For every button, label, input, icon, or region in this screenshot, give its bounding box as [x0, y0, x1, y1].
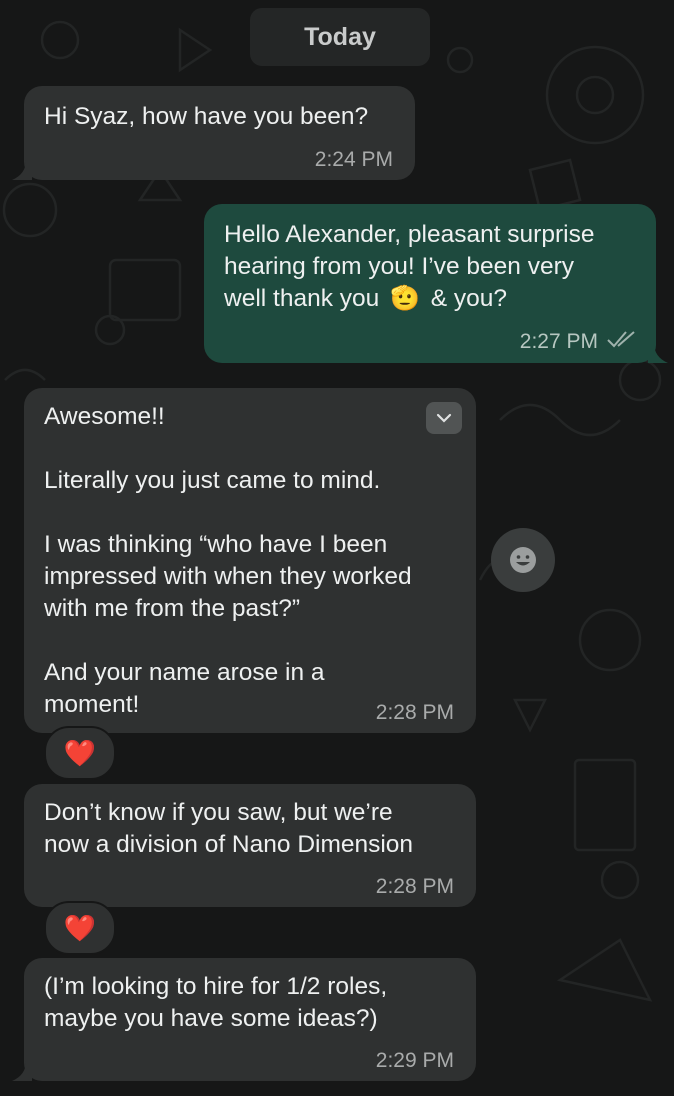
heart-reaction-emoji: ❤️ [63, 912, 97, 943]
heart-reaction-emoji: ❤️ [63, 737, 97, 768]
reaction-badge[interactable]: ❤️ [44, 901, 116, 955]
date-separator: Today [250, 8, 430, 66]
double-check-icon [607, 331, 635, 348]
reaction-badge[interactable]: ❤️ [44, 726, 116, 780]
message-timestamp: 2:28 PM [375, 875, 454, 898]
bubble-tail [12, 160, 32, 180]
message-bubble-incoming[interactable]: Don’t know if you saw, but we’re now a d… [24, 784, 476, 907]
message-text-suffix: & you? [430, 285, 508, 312]
add-reaction-button[interactable] [491, 528, 555, 592]
message-bubble-incoming[interactable]: Hi Syaz, how have you been? 2:24 PM [12, 86, 415, 180]
saluting-face-emoji: 🫡 [390, 285, 420, 312]
smiley-icon [510, 547, 536, 573]
message-text: Awesome!! Literally you just came to min… [44, 403, 412, 718]
message-timestamp: 2:29 PM [375, 1049, 454, 1072]
chevron-down-icon [436, 413, 452, 423]
message-text: Don’t know if you saw, but we’re now a d… [44, 799, 414, 858]
bubble-tail [12, 1061, 32, 1081]
bubble-tail [648, 343, 668, 363]
message-menu-button[interactable] [426, 402, 462, 434]
message-timestamp: 2:24 PM [314, 148, 393, 171]
message-text: (I’m looking to hire for 1/2 roles, mayb… [44, 973, 388, 1032]
message-bubble-incoming[interactable]: Awesome!! Literally you just came to min… [24, 388, 476, 733]
message-timestamp: 2:28 PM [375, 701, 454, 724]
message-text-block: Hello Alexander, pleasant surprise heari… [224, 219, 644, 315]
message-timestamp: 2:27 PM [519, 330, 598, 353]
message-bubble-incoming[interactable]: (I’m looking to hire for 1/2 roles, mayb… [12, 958, 476, 1081]
message-bubble-outgoing[interactable]: Hello Alexander, pleasant surprise heari… [204, 204, 668, 363]
message-text: Hi Syaz, how have you been? [44, 103, 369, 130]
